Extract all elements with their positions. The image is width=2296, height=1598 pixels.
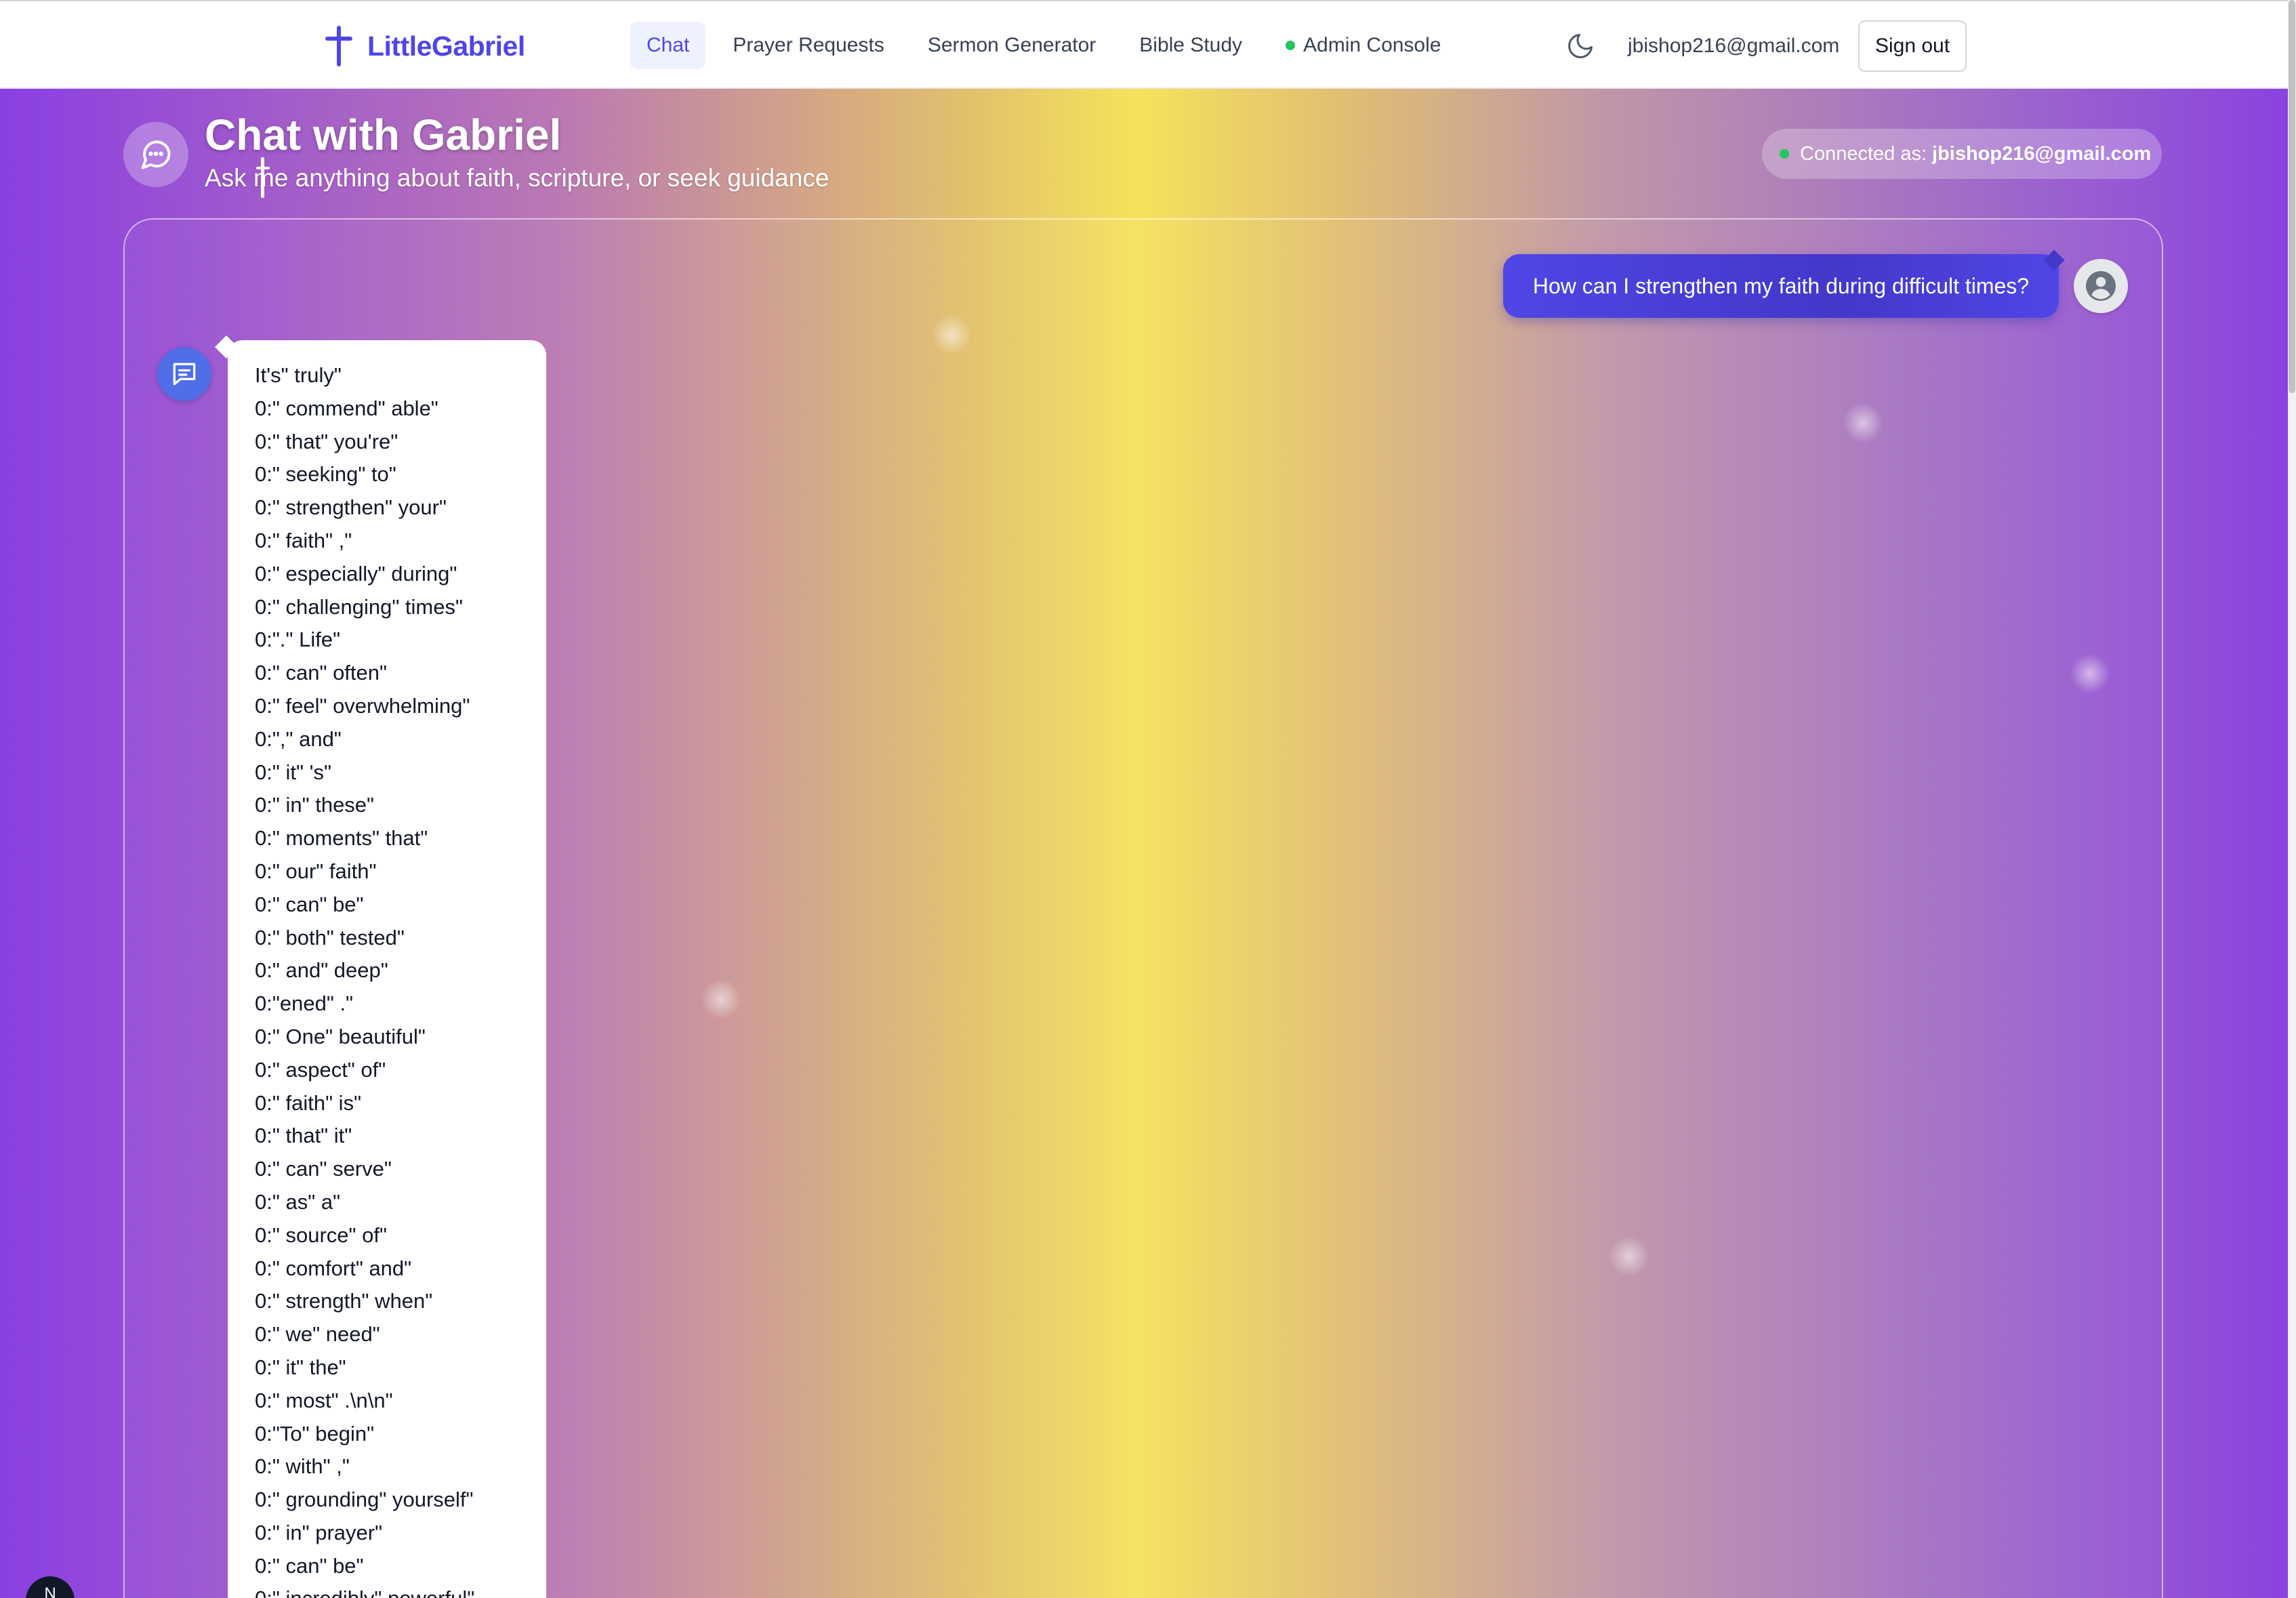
assistant-message-line: 0:"To" begin" <box>255 1421 375 1446</box>
user-message-bubble: How can I strengthen my faith during dif… <box>1503 249 2065 318</box>
assistant-message-line: 0:" and" deep" <box>255 958 388 983</box>
page-scrollbar[interactable] <box>2288 0 2296 1598</box>
nav-link-chat[interactable]: Chat <box>630 22 706 69</box>
connected-email: jbishop216@gmail.com <box>1932 142 2152 165</box>
nav-link-prayer-requests[interactable]: Prayer Requests <box>716 22 900 69</box>
assistant-message-line: 0:" strengthen" your" <box>255 495 447 520</box>
cross-icon <box>324 26 354 66</box>
assistant-message-line: 0:" strength" when" <box>255 1289 433 1313</box>
page-title: Chat with Gabriel <box>205 110 562 159</box>
assistant-message-line: 0:" faith" is" <box>255 1090 362 1115</box>
sparkle-decoration <box>931 314 972 355</box>
assistant-message-line: It's" truly" <box>255 363 342 387</box>
assistant-message-line: 0:" can" be" <box>255 1553 364 1578</box>
assistant-message-line: 0:" we" need" <box>255 1322 380 1347</box>
assistant-message-line: 0:" that" you're" <box>255 429 398 453</box>
assistant-message-line: 0:" moments" that" <box>255 826 428 851</box>
moon-icon[interactable] <box>1565 31 1595 61</box>
cross-icon <box>256 157 270 198</box>
assistant-message-line: 0:" it" 's" <box>255 760 332 784</box>
connection-status-badge: Connected as: jbishop216@gmail.com <box>1762 129 2162 179</box>
assistant-message-line: 0:" commend" able" <box>255 396 438 420</box>
chat-bubble-icon <box>123 122 188 187</box>
assistant-message-line: 0:" One" beautiful" <box>255 1024 426 1048</box>
assistant-message-line: 0:" it" the" <box>255 1355 346 1379</box>
brand-logo[interactable]: LittleGabriel <box>324 26 525 66</box>
user-avatar-icon <box>2074 259 2128 313</box>
assistant-message-line: 0:" in" these" <box>255 793 375 817</box>
nav-link-sermon-generator[interactable]: Sermon Generator <box>911 22 1112 69</box>
assistant-message-line: 0:" can" often" <box>255 661 388 685</box>
message-square-icon <box>157 347 211 401</box>
top-navigation-bar: LittleGabriel Chat Prayer Requests Sermo… <box>0 0 2288 89</box>
nav-link-admin-console-label: Admin Console <box>1303 34 1441 56</box>
online-status-dot <box>1286 41 1296 50</box>
assistant-message-bubble: It's" truly" 0:" commend" able" 0:" that" … <box>228 340 546 1598</box>
assistant-message-line: 0:" especially" during" <box>255 561 457 586</box>
nav-links: Chat Prayer Requests Sermon Generator Bi… <box>630 22 1468 69</box>
floating-action-badge[interactable]: N <box>26 1576 75 1598</box>
sparkle-decoration <box>1609 1236 1649 1277</box>
sparkle-decoration <box>701 979 741 1019</box>
online-status-dot <box>1780 149 1789 159</box>
assistant-message-line: 0:" faith" ," <box>255 528 352 552</box>
assistant-message-line: 0:" in" prayer" <box>255 1520 383 1544</box>
sign-out-button[interactable]: Sign out <box>1858 20 1967 72</box>
assistant-message-line: 0:" with" ," <box>255 1454 350 1479</box>
connected-label: Connected as: <box>1800 142 1927 165</box>
page-subtitle: Ask me anything about faith, scripture, … <box>205 164 829 192</box>
user-email: jbishop216@gmail.com <box>1628 35 1840 57</box>
brand-name: LittleGabriel <box>367 30 525 62</box>
assistant-message-line: 0:" most" .\n\n" <box>255 1388 393 1412</box>
assistant-message-line: 0:" can" be" <box>255 892 364 916</box>
sparkle-decoration <box>2070 653 2110 694</box>
assistant-message-line: 0:" feel" overwhelming" <box>255 693 470 718</box>
assistant-message-line: 0:" comfort" and" <box>255 1256 412 1280</box>
assistant-message-line: 0:" challenging" times" <box>255 594 464 619</box>
assistant-message-line: 0:" as" a" <box>255 1189 341 1214</box>
scrollbar-thumb[interactable] <box>2289 0 2295 393</box>
assistant-message-line: 0:" grounding" yourself" <box>255 1488 474 1512</box>
assistant-message-line: 0:" aspect" of" <box>255 1057 386 1082</box>
assistant-message-line: 0:" both" tested" <box>255 925 405 949</box>
assistant-message-line: 0:" source" of" <box>255 1223 387 1247</box>
assistant-message-line: 0:" seeking" to" <box>255 462 396 487</box>
assistant-message-line: 0:" our" faith" <box>255 859 377 883</box>
assistant-message-line: 0:" can" serve" <box>255 1157 392 1181</box>
assistant-message-line: 0:"." Life" <box>255 628 341 652</box>
nav-link-admin-console[interactable]: Admin Console <box>1269 22 1457 69</box>
nav-link-bible-study[interactable]: Bible Study <box>1123 22 1258 69</box>
sparkle-decoration <box>1843 403 1883 443</box>
assistant-message-line: 0:" incredibly" powerful" <box>255 1582 546 1598</box>
assistant-message-line: 0:"ened" ." <box>255 991 354 1016</box>
assistant-message-line: 0:" that" it" <box>255 1124 352 1148</box>
user-message-text: How can I strengthen my faith during dif… <box>1532 273 2030 298</box>
assistant-message-line: 0:"," and" <box>255 726 342 751</box>
